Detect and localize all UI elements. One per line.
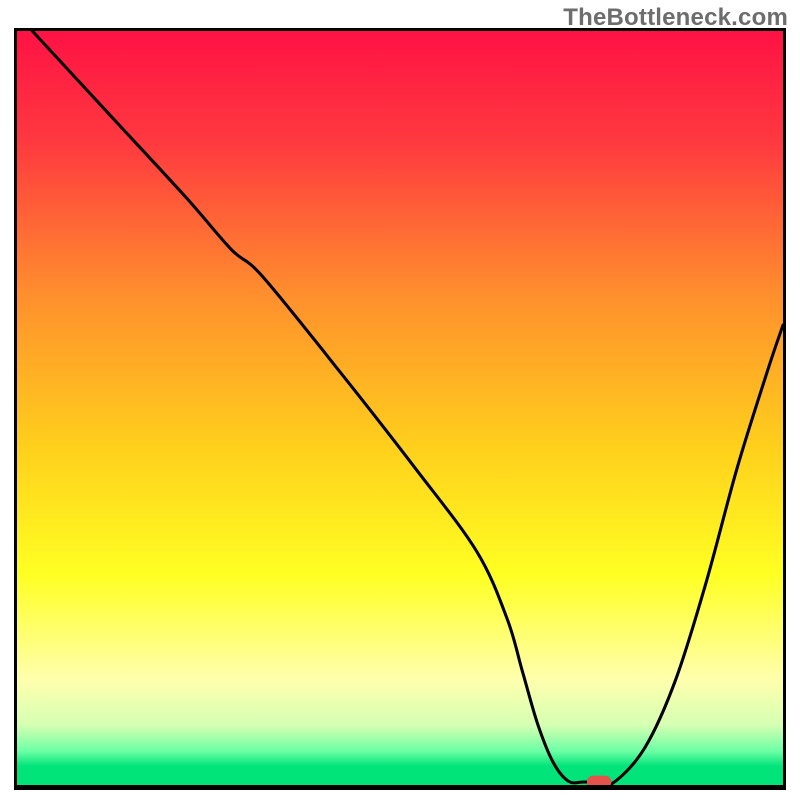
curve-layer	[17, 31, 783, 785]
optimum-marker	[587, 776, 612, 785]
plot-area	[14, 28, 786, 790]
watermark-text: TheBottleneck.com	[563, 4, 788, 32]
bottleneck-curve	[32, 31, 783, 785]
chart-frame: TheBottleneck.com	[0, 0, 800, 800]
